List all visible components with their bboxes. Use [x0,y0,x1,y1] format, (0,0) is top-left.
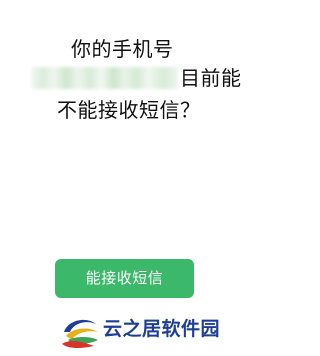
sms-question: 你的手机号 目前能 不能接收短信？ [0,0,247,130]
masked-phone-number [31,67,178,89]
can-receive-sms-button[interactable]: 能接收短信 [55,259,194,298]
swirl-logo-icon [62,319,98,348]
watermark-text: 云之居软件园 [103,318,221,340]
question-line-1: 你的手机号 [71,37,174,61]
question-line-2-suffix: 目前能 [180,66,242,90]
watermark: 云之居软件园 [58,308,243,352]
question-line-3: 不能接收短信？ [57,98,201,122]
question-line-2: 目前能 [31,66,242,90]
